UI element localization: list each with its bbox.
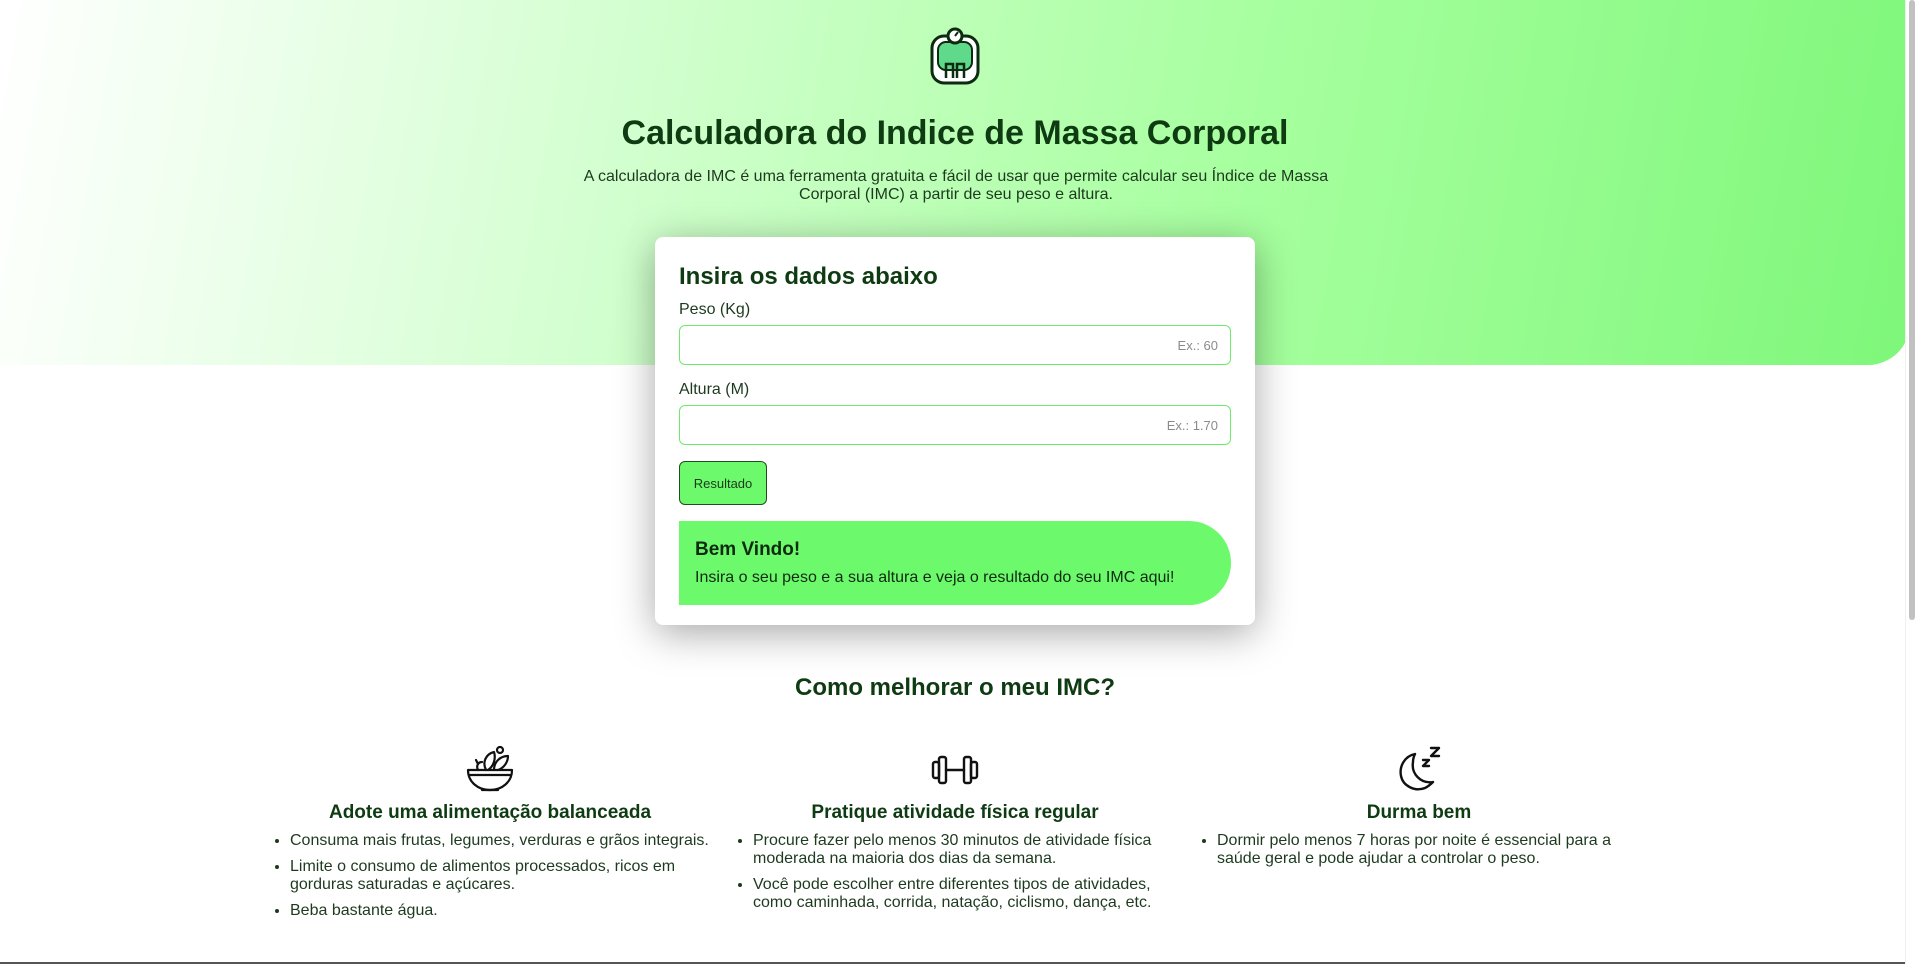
tip-list: Dormir pelo menos 7 horas por noite é es…	[1197, 832, 1641, 868]
form-title: Insira os dados abaixo	[679, 263, 938, 290]
result-panel: Bem Vindo! Insira o seu peso e a sua alt…	[679, 521, 1231, 605]
list-item: Limite o consumo de alimentos processado…	[290, 858, 710, 894]
tip-title: Pratique atividade física regular	[811, 802, 1099, 823]
tip-card-exercise: Pratique atividade física regular Procur…	[733, 744, 1177, 920]
height-input[interactable]	[679, 405, 1231, 445]
weight-label: Peso (Kg)	[679, 301, 751, 318]
weight-input[interactable]	[679, 325, 1231, 365]
tip-title: Adote uma alimentação balanceada	[328, 802, 652, 823]
tip-title: Durma bem	[1366, 802, 1472, 823]
scale-person-icon	[930, 27, 980, 85]
height-label: Altura (M)	[679, 381, 750, 398]
result-button[interactable]: Resultado	[679, 461, 767, 505]
dumbbell-icon	[931, 755, 979, 785]
bmi-form-card: Insira os dados abaixo Peso (Kg) Altura …	[655, 237, 1255, 625]
list-item: Você pode escolher entre diferentes tipo…	[753, 876, 1177, 912]
list-item: Beba bastante água.	[290, 902, 710, 920]
page-subtitle: A calculadora de IMC é uma ferramenta gr…	[583, 168, 1329, 203]
tips-heading: Como melhorar o meu IMC?	[794, 674, 1116, 701]
list-item: Consuma mais frutas, legumes, verduras e…	[290, 832, 710, 850]
result-text: Insira o seu peso e a sua altura e veja …	[695, 569, 1175, 586]
tip-card-diet: Adote uma alimentação balanceada Consuma…	[270, 744, 710, 928]
scrollbar-thumb[interactable]	[1909, 0, 1915, 620]
tip-list: Procure fazer pelo menos 30 minutos de a…	[733, 832, 1177, 912]
salad-bowl-icon	[466, 745, 514, 792]
moon-sleep-icon	[1399, 746, 1441, 791]
list-item: Dormir pelo menos 7 horas por noite é es…	[1217, 832, 1641, 868]
tip-list: Consuma mais frutas, legumes, verduras e…	[270, 832, 710, 920]
result-title: Bem Vindo!	[695, 539, 801, 560]
tip-card-sleep: Durma bem Dormir pelo menos 7 horas por …	[1197, 744, 1641, 876]
page-title: Calculadora do Indice de Massa Corporal	[621, 114, 1289, 152]
list-item: Procure fazer pelo menos 30 minutos de a…	[753, 832, 1177, 868]
